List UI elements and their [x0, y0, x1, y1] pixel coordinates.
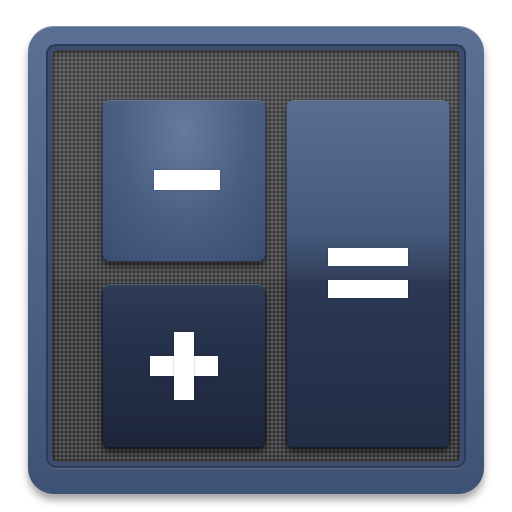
equals-key[interactable]	[286, 100, 450, 448]
equals-icon	[328, 248, 408, 266]
plus-icon-vertical	[174, 332, 194, 400]
plus-key[interactable]	[102, 284, 266, 448]
mesh-background	[52, 50, 460, 462]
minus-key[interactable]	[102, 100, 266, 262]
app-icon[interactable]	[0, 0, 512, 512]
icon-frame	[28, 26, 484, 494]
icon-inner-rim	[46, 44, 466, 468]
equals-icon-lower	[328, 280, 408, 298]
minus-icon	[154, 170, 220, 190]
